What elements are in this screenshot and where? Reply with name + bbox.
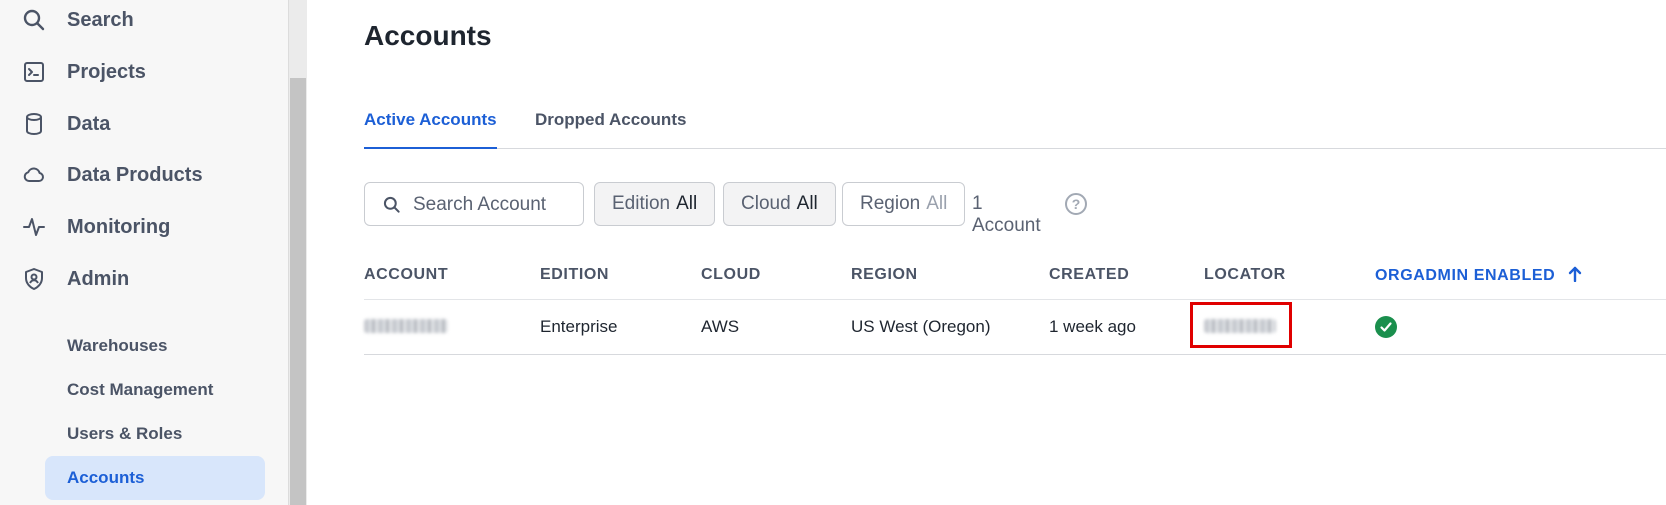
column-header-edition[interactable]: EDITION [540, 266, 609, 284]
tab-dropped-accounts[interactable]: Dropped Accounts [535, 110, 686, 149]
cloud-icon [23, 167, 44, 182]
column-header-region[interactable]: REGION [851, 266, 918, 284]
column-header-created[interactable]: CREATED [1049, 266, 1129, 284]
sidebar-item-projects[interactable]: Projects [0, 52, 288, 92]
search-icon [383, 196, 400, 213]
shield-user-icon [25, 268, 43, 290]
page-title: Accounts [364, 20, 492, 51]
cell-edition: Enterprise [540, 317, 618, 336]
sidebar-item-admin[interactable]: Admin [0, 259, 288, 299]
filter-name: Region [860, 193, 921, 214]
tab-bar: Active Accounts Dropped Accounts [364, 103, 1666, 149]
column-header-label: ORGADMIN ENABLED [1375, 267, 1556, 284]
column-header-cloud[interactable]: CLOUD [701, 266, 761, 284]
filter-name: Edition [612, 193, 671, 214]
sidebar-item-label: Search [67, 8, 134, 31]
database-icon [26, 113, 42, 136]
account-count: 1 Account [972, 193, 1041, 236]
sidebar-item-label: Monitoring [67, 215, 171, 238]
sidebar-item-label: Data Products [67, 163, 203, 186]
cell-region: US West (Oregon) [851, 317, 991, 336]
search-box[interactable] [364, 182, 584, 226]
column-header-orgadmin-enabled[interactable]: ORGADMIN ENABLED [1375, 266, 1582, 285]
sidebar-scrollbar-thumb[interactable] [290, 78, 306, 505]
sidebar-subitem-users-roles[interactable]: Users & Roles [45, 412, 265, 456]
column-header-locator[interactable]: LOCATOR [1204, 266, 1286, 284]
filter-value: All [676, 193, 698, 214]
sidebar-item-label: Projects [67, 60, 146, 83]
sidebar: Search Projects Data Data Products Monit… [0, 0, 289, 505]
sidebar-subitem-accounts[interactable]: Accounts [45, 456, 265, 500]
locator-highlight-box [1190, 302, 1292, 348]
main-content: Accounts Active Accounts Dropped Account… [307, 0, 1666, 505]
column-header-account[interactable]: ACCOUNT [364, 266, 448, 284]
sidebar-subitem-label: Cost Management [67, 380, 214, 399]
search-icon [23, 9, 45, 31]
filter-value: All [796, 193, 818, 214]
filter-value: All [926, 193, 948, 214]
cloud-filter[interactable]: Cloud All [723, 182, 836, 226]
cell-created: 1 week ago [1049, 317, 1136, 336]
sidebar-item-data[interactable]: Data [0, 104, 288, 144]
sidebar-item-data-products[interactable]: Data Products [0, 155, 288, 195]
check-circle-icon [1375, 316, 1397, 338]
sidebar-subitem-cost-management[interactable]: Cost Management [45, 368, 265, 412]
activity-icon [23, 218, 45, 236]
sidebar-subitem-label: Warehouses [67, 336, 168, 355]
sidebar-subitem-label: Accounts [67, 468, 145, 487]
filter-name: Cloud [741, 193, 791, 214]
account-name-redacted[interactable] [364, 319, 448, 333]
sort-arrow-up-icon [1569, 266, 1582, 283]
sidebar-subitem-warehouses[interactable]: Warehouses [45, 324, 265, 368]
table-row[interactable]: Enterprise AWS US West (Oregon) 1 week a… [364, 300, 1666, 355]
tab-active-accounts[interactable]: Active Accounts [364, 110, 497, 149]
sidebar-item-monitoring[interactable]: Monitoring [0, 207, 288, 247]
sidebar-item-label: Data [67, 112, 111, 135]
terminal-icon [24, 62, 44, 82]
region-filter[interactable]: Region All [842, 182, 966, 226]
sidebar-item-label: Admin [67, 267, 130, 290]
search-input[interactable] [413, 191, 573, 219]
help-icon[interactable]: ? [1065, 193, 1087, 215]
cell-cloud: AWS [701, 317, 740, 336]
edition-filter[interactable]: Edition All [594, 182, 716, 226]
sidebar-subitem-label: Users & Roles [67, 424, 183, 443]
sidebar-item-search[interactable]: Search [0, 0, 288, 40]
